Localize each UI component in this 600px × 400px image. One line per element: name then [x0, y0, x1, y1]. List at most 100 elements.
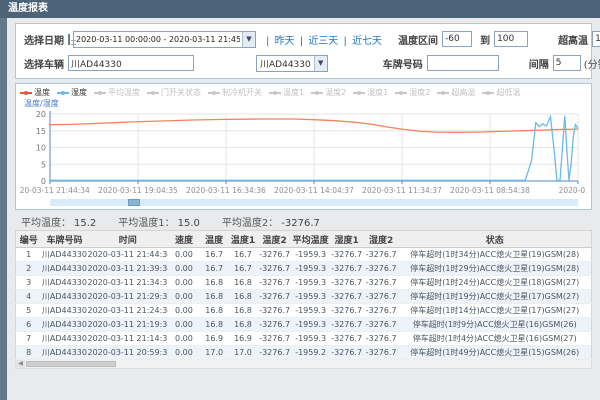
table-cell: 17.0	[229, 346, 258, 360]
table-cell: 2020-03-11 20:59:35	[87, 346, 168, 360]
select-arrow-icon: ▼	[314, 56, 327, 71]
legend-item[interactable]: 超高温	[437, 87, 475, 98]
vehicle-select[interactable]: 川AD44330 ▼	[256, 55, 328, 72]
table-cell: -3276.7	[257, 290, 292, 304]
table-cell: 16.9	[229, 332, 258, 346]
table-row: 5川AD443302020-03-11 21:24:340.0016.816.8…	[16, 304, 592, 318]
legend-label: 超低温	[496, 87, 520, 98]
table-cell: 川AD44330	[41, 304, 87, 318]
table-cell: 川AD44330	[41, 318, 87, 332]
table-cell: 2020-03-11 21:39:34	[87, 262, 168, 276]
legend-label: 门开关状态	[161, 87, 201, 98]
interval-unit-label: (分钟)	[584, 56, 600, 71]
table-cell: 6	[16, 318, 42, 332]
legend-label: 温度	[34, 87, 50, 98]
table-cell: 16.9	[200, 332, 229, 346]
table-cell: -1959.3	[292, 262, 329, 276]
date-dropdown-arrow-icon[interactable]: ▼	[242, 32, 255, 47]
legend-marker-icon	[395, 92, 407, 94]
legend-marker-icon	[269, 92, 281, 94]
svg-text:15: 15	[36, 127, 46, 136]
table-cell: 2020-03-11 21:29:35	[87, 290, 168, 304]
interval-input[interactable]	[553, 55, 581, 71]
legend-item[interactable]: 门开关状态	[147, 87, 201, 98]
vehicle-select-value: 川AD44330	[257, 57, 314, 70]
plate-number-label: 车牌号码	[383, 56, 423, 71]
plate-number-input[interactable]	[427, 55, 499, 71]
svg-text:10: 10	[36, 144, 46, 153]
temp-max-input[interactable]	[494, 31, 528, 47]
legend-label: 温度1	[283, 87, 304, 98]
link-separator: |	[344, 36, 347, 47]
table-cell: 3	[16, 276, 42, 290]
table-row: 2川AD443302020-03-11 21:39:340.0016.716.7…	[16, 262, 592, 276]
table-cell: 0.00	[168, 346, 200, 360]
legend-item[interactable]: 湿度2	[395, 87, 430, 98]
svg-text:2020-03-11 14:04:37: 2020-03-11 14:04:37	[274, 186, 354, 195]
legend-marker-icon	[208, 92, 220, 94]
main-content: 选择日期 ▼ | 昨天 | 近三天 | 近七天 温度区间 到 超高温 超低温 补…	[7, 18, 600, 369]
legend-marker-icon	[94, 92, 106, 94]
column-header: 状态	[398, 231, 591, 248]
page-title: 温度报表	[0, 0, 600, 18]
legend-item[interactable]: 温度	[20, 87, 50, 98]
table-cell: -3276.7	[329, 346, 364, 360]
calendar-icon[interactable]	[68, 34, 70, 45]
table-cell: 停车超时(1时9分)ACC熄火卫星(16)GSM(26)	[398, 318, 591, 332]
table-cell: 停车超时(1时19分)ACC熄火卫星(17)GSM(27)	[398, 290, 591, 304]
table-cell: -3276.7	[364, 346, 399, 360]
legend-label: 湿度	[71, 87, 87, 98]
column-header: 温度1	[229, 231, 258, 248]
table-cell: -1959.3	[292, 332, 329, 346]
table-head: 编号车牌号码时间速度温度温度1温度2平均温度湿度1湿度2状态	[16, 231, 592, 248]
table-cell: -3276.7	[329, 248, 364, 262]
table-cell: -1959.3	[292, 248, 329, 262]
table-cell: -3276.7	[364, 290, 399, 304]
table-cell: -3276.7	[364, 276, 399, 290]
date-label: 选择日期	[24, 32, 64, 47]
table-cell: 16.8	[229, 276, 258, 290]
vehicle-input[interactable]	[68, 55, 194, 71]
legend-label: 超高温	[451, 87, 475, 98]
legend-marker-icon	[437, 92, 449, 94]
table-cell: -3276.7	[257, 262, 292, 276]
legend-item[interactable]: 温度2	[311, 87, 346, 98]
link-last-7-days[interactable]: 近七天	[352, 36, 382, 47]
scroll-left-arrow-icon[interactable]: ◀	[16, 360, 25, 368]
date-range-input[interactable]	[74, 32, 242, 47]
stat-label: 平均温度2：	[222, 218, 278, 229]
legend-item[interactable]: 湿度	[57, 87, 87, 98]
table-row: 6川AD443302020-03-11 21:19:350.0016.816.8…	[16, 318, 592, 332]
legend-item[interactable]: 制冷机开关	[208, 87, 262, 98]
table-cell: 16.8	[200, 290, 229, 304]
temp-min-input[interactable]	[442, 31, 472, 47]
stat-item: 平均温度2：-3276.7	[222, 214, 320, 229]
table-cell: -3276.7	[364, 248, 399, 262]
table-cell: 0.00	[168, 276, 200, 290]
table-cell: 5	[16, 304, 42, 318]
table-cell: -3276.7	[364, 262, 399, 276]
link-separator: |	[300, 36, 303, 47]
svg-text:2020-03-11 21:44:34: 2020-03-11 21:44:34	[20, 186, 90, 195]
legend-item[interactable]: 温度1	[269, 87, 304, 98]
table-cell: -3276.7	[257, 248, 292, 262]
legend-item[interactable]: 平均温度	[94, 87, 140, 98]
legend-item[interactable]: 超低温	[482, 87, 520, 98]
table-cell: -3276.7	[257, 276, 292, 290]
link-last-3-days[interactable]: 近三天	[308, 36, 338, 47]
table-body: 1川AD443302020-03-11 21:44:340.0016.716.7…	[16, 248, 592, 360]
table-cell: -3276.7	[257, 304, 292, 318]
legend-label: 湿度1	[367, 87, 388, 98]
table-cell: -3276.7	[329, 262, 364, 276]
table-cell: 16.8	[229, 304, 258, 318]
link-yesterday[interactable]: 昨天	[275, 36, 295, 47]
table-scrollbar-handle[interactable]	[26, 361, 116, 367]
filter-row-date: 选择日期 ▼ | 昨天 | 近三天 | 近七天 温度区间 到 超高温 超低温 补…	[24, 27, 583, 51]
high-temp-input[interactable]	[592, 31, 600, 47]
stat-value: 15.2	[74, 218, 96, 229]
legend-item[interactable]: 湿度1	[353, 87, 388, 98]
chart-scrollbar-handle[interactable]	[128, 199, 140, 206]
table-cell: 川AD44330	[41, 248, 87, 262]
to-label: 到	[480, 32, 490, 47]
table-cell: -3276.7	[364, 318, 399, 332]
